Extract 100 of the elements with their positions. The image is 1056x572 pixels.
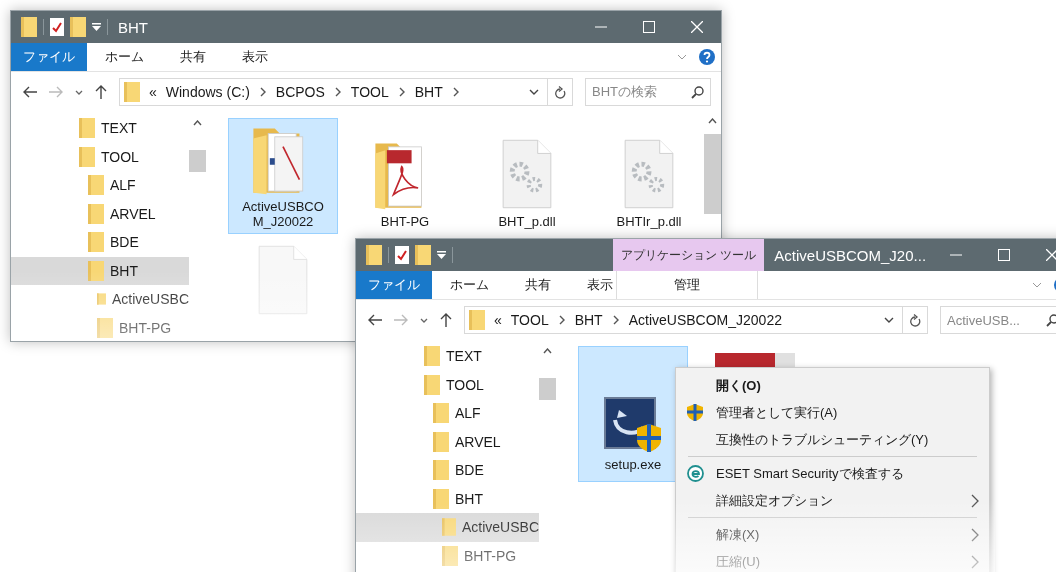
- close-icon[interactable]: [1046, 249, 1056, 261]
- folder-icon: [88, 260, 104, 281]
- overflow-mark[interactable]: «: [149, 84, 157, 100]
- expand-ribbon-icon[interactable]: [1032, 282, 1042, 288]
- up-arrow-icon[interactable]: [95, 85, 107, 99]
- properties-icon[interactable]: [395, 246, 409, 264]
- tree-item[interactable]: TEXT: [11, 114, 189, 143]
- tree-item[interactable]: BDE: [11, 228, 189, 257]
- tree-item[interactable]: BHT: [356, 484, 539, 513]
- dropdown-chevron-icon[interactable]: [529, 89, 539, 95]
- ribbon-tab[interactable]: ファイル: [11, 43, 87, 71]
- scroll-up-icon[interactable]: [193, 120, 202, 126]
- up-arrow-icon[interactable]: [440, 313, 452, 327]
- scrollbar-thumb[interactable]: [539, 378, 556, 400]
- maximize-icon[interactable]: [998, 249, 1010, 261]
- customize-dropdown-icon[interactable]: [92, 23, 101, 31]
- maximize-icon[interactable]: [643, 21, 655, 33]
- tree-item[interactable]: BDE: [356, 456, 539, 485]
- breadcrumb[interactable]: BHT: [574, 312, 603, 328]
- ribbon-tab[interactable]: ホーム: [87, 43, 162, 71]
- tree-item[interactable]: TOOL: [356, 370, 539, 399]
- folder-icon: [442, 517, 456, 538]
- breadcrumb[interactable]: Windows (C:): [165, 84, 250, 100]
- refresh-icon[interactable]: [554, 85, 566, 99]
- tree-item[interactable]: TEXT: [356, 342, 539, 371]
- tree-item[interactable]: ALF: [356, 399, 539, 428]
- refresh-icon[interactable]: [909, 313, 921, 327]
- folder-icon: [433, 488, 449, 509]
- ribbon-tab[interactable]: 共有: [162, 43, 224, 71]
- ribbon-tab[interactable]: 表示: [224, 43, 286, 71]
- tree-item[interactable]: ALF: [11, 171, 189, 200]
- properties-icon[interactable]: [50, 18, 64, 36]
- customize-dropdown-icon[interactable]: [437, 251, 446, 259]
- file-item[interactable]: ActiveUSBCOM_J20022: [228, 118, 338, 234]
- ribbon-tab[interactable]: 管理: [616, 271, 758, 299]
- ribbon-tab[interactable]: ファイル: [356, 271, 432, 299]
- new-folder-icon: [415, 245, 431, 265]
- installer-shield-icon: [603, 396, 663, 455]
- ribbon-tab[interactable]: ホーム: [432, 271, 507, 299]
- tree-item[interactable]: ActiveUSBC: [356, 513, 539, 542]
- breadcrumb[interactable]: BCPOS: [275, 84, 325, 100]
- chevron-right-icon: [258, 87, 267, 97]
- eset-logo-icon: [687, 465, 704, 482]
- address-bar[interactable]: « Windows (C:) BCPOS TOOL BHT: [119, 78, 573, 106]
- scroll-up-icon[interactable]: [543, 348, 552, 354]
- file-item[interactable]: setup.exe: [578, 346, 688, 482]
- ribbon-tab[interactable]: 共有: [507, 271, 569, 299]
- folder-icon: [469, 310, 485, 330]
- folder-icon: [424, 374, 440, 395]
- chevron-right-icon: [557, 315, 566, 325]
- new-folder-icon: [70, 17, 86, 37]
- folder-icon: [433, 403, 449, 424]
- tree-item[interactable]: ARVEL: [11, 199, 189, 228]
- breadcrumb[interactable]: TOOL: [350, 84, 389, 100]
- scrollbar-thumb[interactable]: [189, 150, 206, 172]
- window-title: BHT: [117, 18, 148, 36]
- menu-item[interactable]: 詳細設定オプション: [676, 487, 989, 514]
- back-arrow-icon[interactable]: [23, 86, 37, 98]
- file-item[interactable]: BHTIr_p.dll: [594, 118, 704, 234]
- breadcrumb[interactable]: TOOL: [510, 312, 549, 328]
- dropdown-chevron-icon[interactable]: [884, 317, 894, 323]
- expand-ribbon-icon[interactable]: [677, 54, 687, 60]
- folder-icon: [88, 232, 104, 253]
- help-icon[interactable]: [699, 49, 715, 65]
- chevron-right-icon: [611, 315, 620, 325]
- folder-icon: [88, 175, 104, 196]
- search-icon: [691, 85, 704, 99]
- chevron-right-icon: [451, 87, 460, 97]
- recent-dropdown-icon[interactable]: [420, 317, 428, 323]
- back-arrow-icon[interactable]: [368, 314, 382, 326]
- folder-icon: [442, 545, 458, 566]
- folder-icon: [79, 118, 95, 139]
- search-field[interactable]: BHTの検索: [585, 78, 711, 106]
- tree-item[interactable]: BHT-PG: [356, 541, 539, 570]
- folder-icon: [88, 203, 104, 224]
- scrollbar-thumb[interactable]: [704, 134, 721, 214]
- folder-icon: [124, 82, 140, 102]
- folder-icon: [433, 431, 449, 452]
- scroll-up-icon[interactable]: [708, 118, 717, 124]
- tree-item[interactable]: BHT: [11, 256, 189, 285]
- search-field[interactable]: ActiveUSB...: [940, 306, 1056, 334]
- breadcrumb[interactable]: ActiveUSBCOM_J20022: [628, 312, 782, 328]
- menu-item[interactable]: 解凍(X): [676, 521, 989, 548]
- close-icon[interactable]: [691, 21, 703, 33]
- folder-icon: [433, 460, 449, 481]
- overflow-mark[interactable]: «: [494, 312, 502, 328]
- contextual-tab-header: アプリケーション ツール: [613, 239, 765, 271]
- recent-dropdown-icon[interactable]: [75, 89, 83, 95]
- tree-item[interactable]: ActiveUSBC: [11, 285, 189, 314]
- tree-item[interactable]: TOOL: [11, 142, 189, 171]
- tree-item[interactable]: ARVEL: [356, 427, 539, 456]
- folder-icon: [424, 346, 440, 367]
- tree-item[interactable]: BHT-PG: [11, 313, 189, 341]
- file-item[interactable]: BHT-PG: [350, 118, 460, 234]
- quick-access-folder-icon: [21, 17, 37, 37]
- file-item[interactable]: BHT_p.dll: [472, 118, 582, 234]
- address-bar[interactable]: « TOOL BHT ActiveUSBCOM_J20022: [464, 306, 928, 334]
- window-title: ActiveUSBCOM_J20...: [773, 246, 927, 264]
- quick-access-folder-icon: [366, 245, 382, 265]
- breadcrumb[interactable]: BHT: [414, 84, 443, 100]
